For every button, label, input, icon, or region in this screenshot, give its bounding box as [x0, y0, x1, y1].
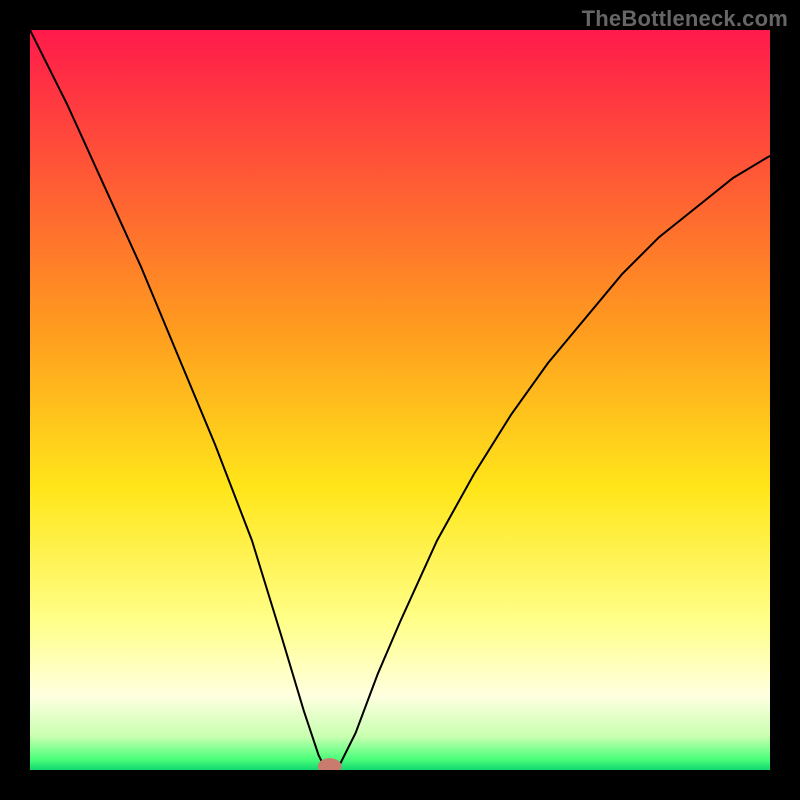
- watermark-text: TheBottleneck.com: [582, 6, 788, 32]
- gradient-background: [30, 30, 770, 770]
- bottleneck-chart: [30, 30, 770, 770]
